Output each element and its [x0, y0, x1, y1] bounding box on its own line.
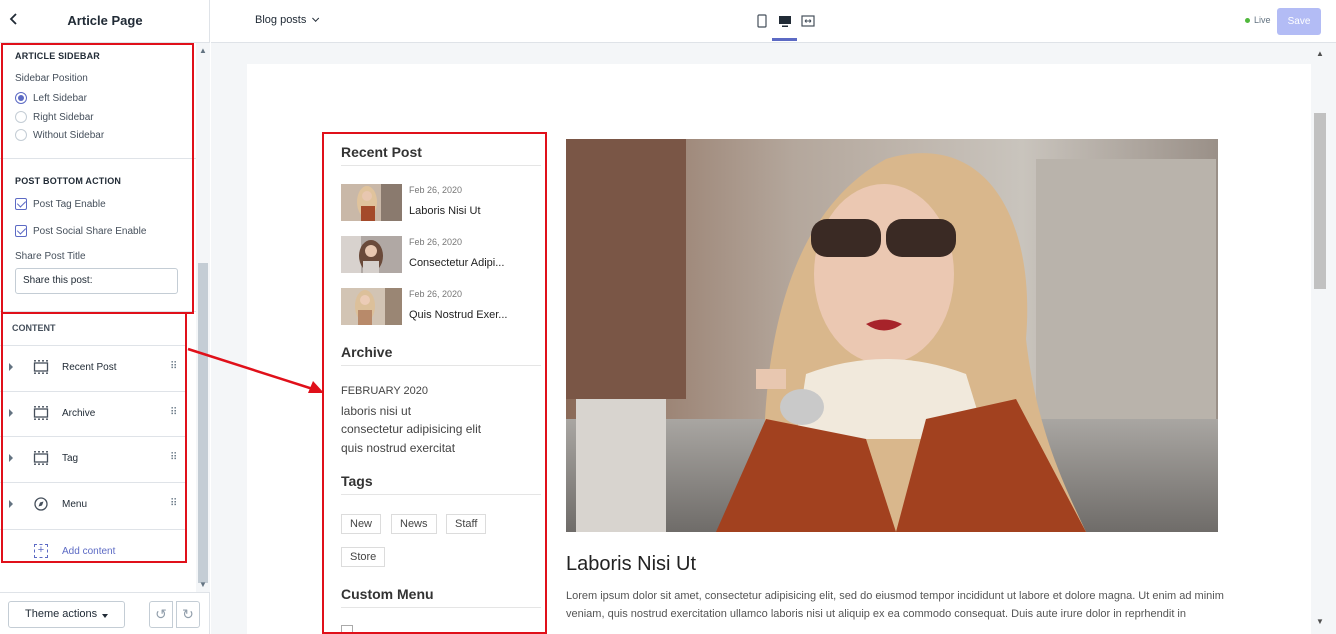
sidebar-header: Article Page [0, 0, 210, 43]
highlight-box-content-blocks [1, 312, 187, 563]
scrollbar-thumb[interactable] [1314, 113, 1326, 289]
chevron-down-icon [312, 14, 320, 22]
scroll-down-icon[interactable]: ▼ [1316, 617, 1324, 626]
desktop-view-icon[interactable] [772, 13, 797, 41]
article-title: Laboris Nisi Ut [566, 553, 697, 575]
undo-icon[interactable]: ↺ [149, 601, 173, 628]
preview-scrollbar[interactable]: ▲ ▼ [1312, 43, 1328, 634]
sidebar-footer: Theme actions ↺ ↻ [0, 592, 210, 634]
save-button[interactable]: Save [1277, 8, 1321, 35]
page-selector[interactable]: Blog posts [255, 14, 320, 26]
highlight-box-settings [1, 43, 194, 314]
redo-icon[interactable]: ↻ [176, 601, 200, 628]
page-title: Article Page [67, 13, 143, 28]
article-hero-image [566, 139, 1218, 532]
scrollbar-thumb[interactable] [198, 263, 208, 583]
caret-down-icon [102, 614, 108, 618]
sidebar-scrollbar[interactable]: ▲ ▼ [196, 43, 210, 592]
mobile-view-icon[interactable] [754, 13, 770, 29]
live-status-badge: Live [1245, 15, 1271, 25]
theme-actions-button[interactable]: Theme actions [8, 601, 125, 628]
article-body: Lorem ipsum dolor sit amet, consectetur … [566, 590, 1224, 627]
scroll-up-icon[interactable]: ▲ [1316, 49, 1324, 58]
scroll-down-icon[interactable]: ▼ [199, 580, 207, 589]
annotation-arrow [187, 347, 324, 393]
fullscreen-view-icon[interactable] [800, 13, 816, 29]
editor-topbar: Blog posts Live Save [211, 0, 1336, 43]
highlight-box-preview-sidebar [322, 132, 547, 634]
scroll-up-icon[interactable]: ▲ [199, 46, 207, 55]
live-dot-icon [1245, 18, 1250, 24]
